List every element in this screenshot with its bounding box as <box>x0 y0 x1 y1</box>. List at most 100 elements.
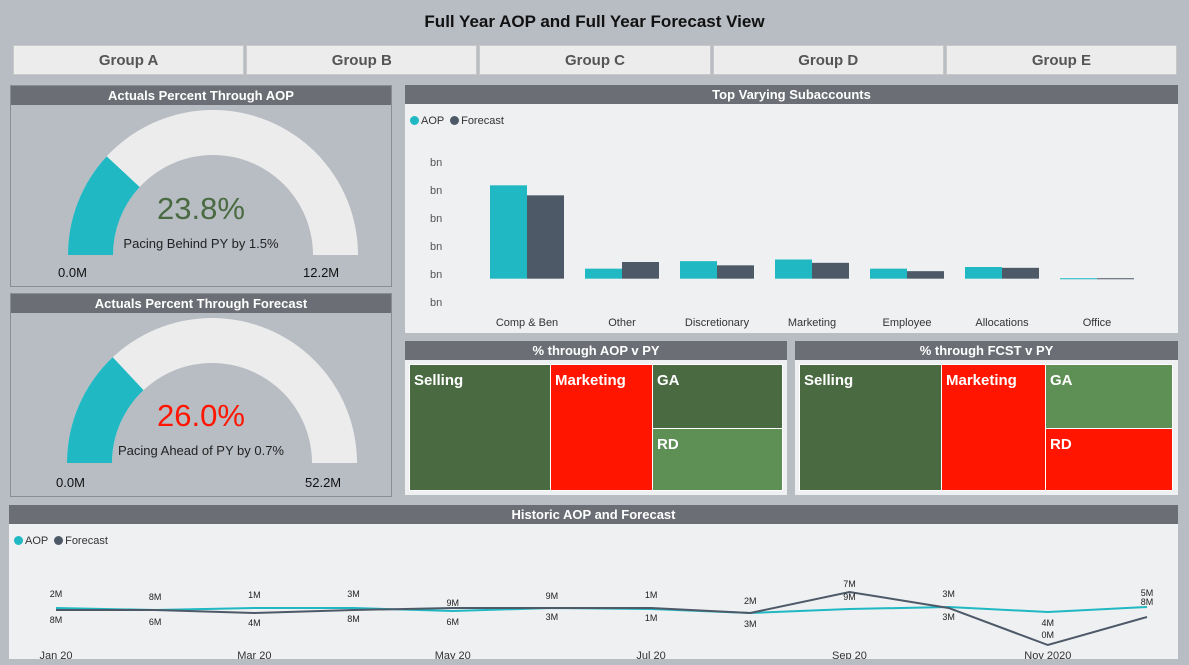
treemap-aop-title: % through AOP v PY <box>405 341 787 360</box>
tab-group-b[interactable]: Group B <box>246 45 478 75</box>
x-tick-label: Sep 20 <box>832 650 867 659</box>
y-tick-label: bn <box>430 213 442 225</box>
forecast-data-label: 0M <box>1042 630 1055 640</box>
x-tick-label: Supplies <box>1076 332 1119 333</box>
gauge-aop-max: 12.2M <box>303 265 340 280</box>
gauge-aop-value: 23.8% <box>157 191 245 226</box>
forecast-data-label: 8M <box>50 615 63 625</box>
line-forecast[interactable] <box>56 590 1148 647</box>
gauge-fcst-subtitle: Pacing Ahead of PY by 0.7% <box>118 443 284 458</box>
forecast-data-label: 6M <box>446 617 459 627</box>
forecast-legend-label: Forecast <box>65 535 108 547</box>
bar-chart-legend: AOP Forecast <box>410 115 504 127</box>
y-tick-label: bn <box>430 185 442 197</box>
y-tick-label: bn <box>430 241 442 253</box>
bar-aop[interactable] <box>490 185 527 279</box>
bar-forecast[interactable] <box>907 271 944 279</box>
aop-data-label: 4M <box>1042 618 1055 628</box>
y-tick-label: bn <box>430 269 442 281</box>
x-tick-label: Other <box>608 317 636 329</box>
bar-forecast[interactable] <box>527 195 564 279</box>
aop-data-label: 8M <box>149 592 162 602</box>
tab-group-e[interactable]: Group E <box>945 45 1178 75</box>
bar-aop[interactable] <box>965 267 1002 279</box>
gauge-aop-title: Actuals Percent Through AOP <box>11 86 391 105</box>
treemap-aop-ga[interactable]: GA <box>652 364 783 429</box>
aop-data-label: 3M <box>942 589 955 599</box>
x-tick-label: Marketing <box>788 317 836 329</box>
tab-group-a[interactable]: Group A <box>13 45 245 75</box>
tab-group-c[interactable]: Group C <box>479 45 711 75</box>
gauge-fcst-title: Actuals Percent Through Forecast <box>11 294 391 313</box>
forecast-data-label: 8M <box>347 614 360 624</box>
aop-legend-dot <box>410 116 419 125</box>
bar-forecast[interactable] <box>622 262 659 279</box>
treemap-aop-selling[interactable]: Selling <box>409 364 551 491</box>
line-chart-legend: AOP Forecast <box>14 535 108 547</box>
treemap-fcst-selling[interactable]: Selling <box>799 364 942 491</box>
treemap-aop-panel[interactable]: % through AOP v PY Selling Marketing GA … <box>405 341 787 495</box>
aop-data-label: 2M <box>50 589 63 599</box>
gauge-aop-subtitle: Pacing Behind PY by 1.5% <box>123 236 279 251</box>
gauge-fcst-max: 52.2M <box>305 475 342 490</box>
bar-forecast[interactable] <box>812 262 849 279</box>
treemap-fcst-title: % through FCST v PY <box>795 341 1178 360</box>
bar-forecast[interactable] <box>1002 267 1039 279</box>
y-tick-label: bn <box>430 157 442 169</box>
aop-data-label: 9M <box>546 591 559 601</box>
forecast-data-label: 6M <box>149 617 162 627</box>
aop-legend-dot <box>14 536 23 545</box>
tab-group-d[interactable]: Group D <box>712 45 944 75</box>
bar-chart-panel[interactable]: Top Varying Subaccounts AOP Forecast bn b… <box>405 85 1178 344</box>
bar-aop[interactable] <box>585 268 622 279</box>
aop-data-label: 3M <box>347 589 360 599</box>
bar-aop[interactable] <box>775 259 812 279</box>
x-tick-label: Related <box>888 332 926 333</box>
bar-aop[interactable] <box>870 268 907 279</box>
forecast-data-label: 8M <box>1141 597 1154 607</box>
x-tick-label: Jul 20 <box>636 650 665 659</box>
x-tick-label: Nov 2020 <box>1024 650 1071 659</box>
aop-data-label: 9M <box>446 598 459 608</box>
aop-data-label: 9M <box>843 592 856 602</box>
forecast-legend-label: Forecast <box>461 115 504 127</box>
forecast-data-label: 3M <box>942 612 955 622</box>
gauge-fcst-value: 26.0% <box>157 398 245 433</box>
y-tick-label: bn <box>430 297 442 309</box>
aop-data-label: 1M <box>645 590 658 600</box>
gauge-fcst-panel[interactable]: Actuals Percent Through Forecast 26.0% P… <box>10 293 392 497</box>
treemap-aop-rd[interactable]: RD <box>652 428 783 491</box>
line-chart-title: Historic AOP and Forecast <box>9 505 1178 524</box>
treemap-fcst-marketing[interactable]: Marketing <box>941 364 1046 491</box>
treemap-fcst-ga[interactable]: GA <box>1045 364 1173 429</box>
gauge-aop-min: 0.0M <box>58 265 87 280</box>
forecast-data-label: 1M <box>645 613 658 623</box>
page-title: Full Year AOP and Full Year Forecast Vie… <box>424 12 765 31</box>
bar-chart-title: Top Varying Subaccounts <box>405 85 1178 104</box>
line-chart-panel[interactable]: Historic AOP and Forecast AOP Forecast 2… <box>9 505 1178 662</box>
forecast-data-label: 7M <box>843 579 856 589</box>
x-tick-label: Discretionary <box>685 317 750 329</box>
aop-data-label: 1M <box>248 590 261 600</box>
x-tick-label: Allocations <box>975 317 1029 329</box>
forecast-data-label: 3M <box>744 619 757 629</box>
bar-forecast[interactable] <box>1097 278 1134 280</box>
line-chart-svg: 2M 8M 1M 3M9M9M 1M2M 9M 3M4M5M8M 6M 4M 8M 6M 3M 1M3M… <box>39 579 1154 662</box>
aop-data-label: 2M <box>744 596 757 606</box>
gauge-fcst-min: 0.0M <box>56 475 85 490</box>
bar-aop[interactable] <box>680 261 717 279</box>
x-tick-label: Jan 20 <box>39 650 72 659</box>
treemap-fcst-panel[interactable]: % through FCST v PY Selling Marketing GA… <box>795 341 1178 495</box>
bar-forecast[interactable] <box>717 265 754 279</box>
treemap-fcst-rd[interactable]: RD <box>1045 428 1173 491</box>
forecast-data-label: 4M <box>248 618 261 628</box>
treemap-aop-marketing[interactable]: Marketing <box>550 364 653 491</box>
bar-aop[interactable] <box>1060 278 1097 280</box>
forecast-legend-dot <box>54 536 64 545</box>
forecast-legend-dot <box>450 116 460 125</box>
bar-chart-svg: bn bn bn bn bn bn Comp & Ben Other Discretionary… <box>430 157 1134 344</box>
group-tabs: Group A Group B Group C Group D Group E <box>13 45 1178 75</box>
aop-legend-label: AOP <box>421 115 445 127</box>
aop-legend-label: AOP <box>25 535 49 547</box>
gauge-aop-panel[interactable]: Actuals Percent Through AOP 23.8% Pacing… <box>10 85 392 287</box>
